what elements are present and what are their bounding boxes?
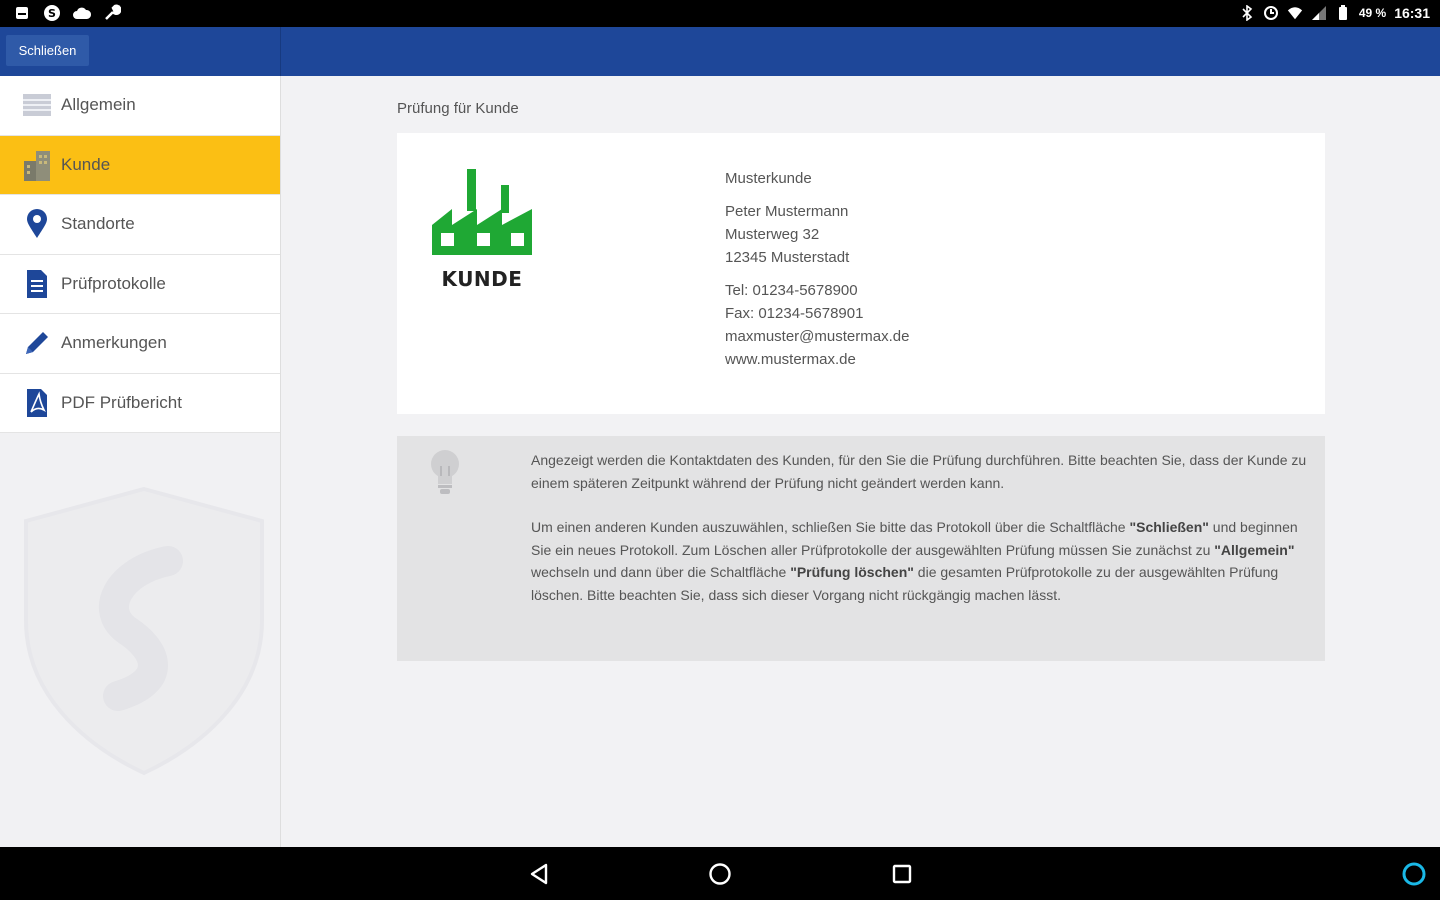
close-button[interactable]: Schließen [6,35,89,66]
home-icon[interactable] [705,859,735,889]
page-title: Prüfung für Kunde [397,100,519,117]
notification-icon [12,4,32,22]
appbar-divider [280,27,281,76]
sidebar-item-label: Standorte [61,214,135,234]
recents-icon[interactable] [887,859,917,889]
email: maxmuster@mustermax.de [725,328,910,345]
sidebar-item-allgemein[interactable]: Allgemein [0,76,280,136]
contact-details: Musterkunde Peter Mustermann Musterweg 3… [725,167,909,371]
info-paragraph-1: Angezeigt werden die Kontaktdaten des Ku… [531,452,1307,491]
wrench-icon [102,4,122,22]
pencil-icon [22,328,52,358]
sidebar-item-pdf-pruefbericht[interactable]: PDF Prüfbericht [0,373,280,433]
info-paragraph-2: Um einen anderen Kunden auszuwählen, sch… [531,519,1298,603]
wifi-icon [1287,4,1303,22]
sidebar-item-label: PDF Prüfbericht [61,392,182,412]
shield-watermark-icon [24,486,264,776]
phone: Tel: 01234-5678900 [725,282,858,299]
sidebar-nav: Allgemein Kunde Standorte Prüfprotokolle… [0,76,280,433]
info-text: Angezeigt werden die Kontaktdaten des Ku… [531,449,1311,606]
sidebar-item-anmerkungen[interactable]: Anmerkungen [0,314,280,374]
pdf-icon [22,388,52,418]
sidebar: Allgemein Kunde Standorte Prüfprotokolle… [0,76,281,847]
bluetooth-icon [1239,4,1255,22]
back-icon[interactable] [524,859,554,889]
sidebar-item-kunde[interactable]: Kunde [0,135,280,195]
skype-icon: S [42,4,62,22]
sidebar-item-label: Anmerkungen [61,333,167,353]
street: Musterweg 32 [725,226,820,243]
lightbulb-icon [431,450,459,494]
fax: Fax: 01234-5678901 [725,305,864,322]
app-bar: Schließen [0,27,1440,76]
sync-icon [1263,4,1279,22]
status-bar: S 49 % 16:31 [0,0,1440,27]
signal-icon [1311,4,1327,22]
info-box: Angezeigt werden die Kontaktdaten des Ku… [397,436,1325,661]
building-icon [22,150,52,181]
sidebar-item-pruefprotokolle[interactable]: Prüfprotokolle [0,254,280,314]
contact-person: Peter Mustermann [725,203,849,220]
website: www.mustermax.de [725,351,856,368]
company-name: Musterkunde [725,170,812,187]
assistant-icon[interactable] [1399,859,1429,889]
sidebar-item-label: Prüfprotokolle [61,273,166,293]
sidebar-item-label: Allgemein [61,95,136,115]
svg-text:S: S [48,7,56,20]
sidebar-item-standorte[interactable]: Standorte [0,195,280,255]
sidebar-item-label: Kunde [61,154,111,174]
battery-icon [1335,4,1351,22]
cloud-icon [72,4,92,22]
main-content: Prüfung für Kunde KUNDE Musterkunde Pete… [281,76,1440,847]
clock: 16:31 [1394,5,1430,21]
city: 12345 Musterstadt [725,249,850,266]
logo-text: KUNDE [441,267,523,291]
location-pin-icon [22,209,52,239]
system-nav-bar [0,847,1440,900]
list-icon [22,90,52,120]
document-icon [22,269,52,299]
customer-card: KUNDE Musterkunde Peter Mustermann Muste… [397,133,1325,414]
battery-percent: 49 % [1358,6,1387,20]
